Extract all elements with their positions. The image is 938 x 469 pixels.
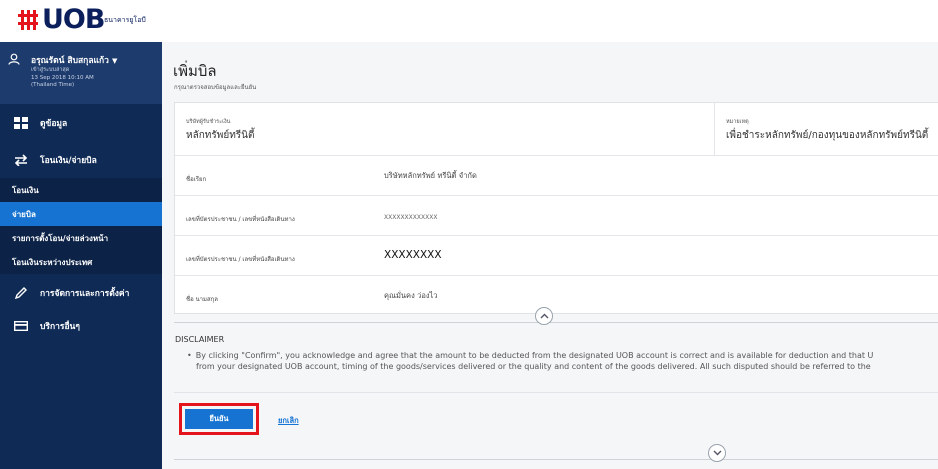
biller-header: บริษัทผู้รับชำระเงิน หลักทรัพย์ทรีนิตี้ …	[175, 103, 938, 156]
detail-row: เลขที่บัตรประชาชน / เลขที่หนังสือเดินทาง…	[175, 196, 938, 236]
row-key: ชื่อ นามสกุล	[186, 296, 218, 303]
divider	[174, 459, 938, 460]
user-name-text: อรุณรัตน์ สิบสกุลแก้ว	[31, 56, 109, 66]
brand-name: UOB	[42, 4, 105, 35]
divider	[174, 322, 938, 323]
page-title: เพิ่มบิล	[173, 62, 217, 80]
note-value: เพื่อชำระหลักทรัพย์/กองทุนของหลักทรัพย์ท…	[726, 130, 929, 141]
last-login-timezone: (Thailand Time)	[31, 82, 75, 88]
chevron-up-icon	[540, 313, 548, 319]
pencil-icon	[12, 286, 30, 299]
submenu-scheduled[interactable]: รายการตั้งโอน/จ่ายล่วงหน้า	[0, 226, 162, 250]
submenu-pay-bill[interactable]: จ่ายบิล	[0, 202, 162, 226]
disclaimer-text: • By clicking "Confirm", you acknowledge …	[187, 350, 938, 372]
divider	[714, 103, 715, 155]
expand-button[interactable]	[708, 444, 726, 462]
last-login-label: เข้าสู่ระบบล่าสุด	[31, 67, 70, 73]
submenu-transfer[interactable]: โอนเงิน	[0, 178, 162, 202]
cancel-link[interactable]: ยกเลิก	[278, 415, 299, 427]
sidebar-item-label: การจัดการและการตั้งค่า	[40, 288, 130, 299]
brand-bar: UOB ธนาคารยูโอบี	[0, 0, 938, 42]
row-key: เลขที่บัตรประชาชน / เลขที่หนังสือเดินทาง	[186, 256, 295, 263]
divider	[174, 392, 938, 393]
transfer-icon	[12, 153, 30, 166]
sidebar-item-overview[interactable]: ดูข้อมูล	[0, 104, 162, 141]
sidebar-item-settings[interactable]: การจัดการและการตั้งค่า	[0, 274, 162, 311]
disclaimer-line: from your designated UOB account, timing…	[196, 362, 871, 371]
detail-row: ชื่อ นามสกุล คุณมั่นคง ว่องไว	[175, 276, 938, 315]
company-label: บริษัทผู้รับชำระเงิน	[186, 119, 231, 125]
row-value: XXXXXXXX	[384, 249, 442, 261]
bill-details-card: บริษัทผู้รับชำระเงิน หลักทรัพย์ทรีนิตี้ …	[174, 102, 938, 314]
sidebar: อรุณรัตน์ สิบสกุลแก้ว ▼ เข้าสู่ระบบล่าสุด…	[0, 42, 162, 469]
sidebar-item-label: ดูข้อมูล	[40, 118, 68, 129]
row-key: ชื่อเรียก	[186, 176, 207, 183]
note-label: หมายเหตุ	[726, 119, 749, 125]
confirm-highlight: ยืนยัน	[179, 403, 259, 435]
grid-icon	[12, 116, 30, 129]
user-icon	[8, 53, 20, 65]
collapse-button[interactable]	[535, 307, 553, 325]
last-login-time: 13 Sep 2018 10:10 AM	[31, 74, 94, 81]
row-key: เลขที่บัตรประชาชน / เลขที่หนังสือเดินทาง	[186, 216, 295, 223]
row-value: คุณมั่นคง ว่องไว	[384, 291, 438, 300]
page-subtitle: กรุณาตรวจสอบข้อมูลและยืนยัน	[174, 84, 257, 91]
last-login-info: เข้าสู่ระบบล่าสุด 13 Sep 2018 10:10 AM (…	[31, 67, 94, 90]
uob-logo-icon	[18, 10, 38, 30]
sidebar-item-label: โอนเงิน/จ่ายบิล	[40, 155, 97, 166]
caret-down-icon: ▼	[111, 57, 118, 65]
user-name[interactable]: อรุณรัตน์ สิบสกุลแก้ว ▼	[31, 53, 117, 67]
bullet-icon: •	[187, 351, 192, 360]
detail-row: ชื่อเรียก บริษัทหลักทรัพย์ ทรีนิตี้ จำกั…	[175, 156, 938, 196]
user-panel[interactable]: อรุณรัตน์ สิบสกุลแก้ว ▼ เข้าสู่ระบบล่าสุด…	[0, 42, 162, 104]
chevron-down-icon	[713, 450, 721, 456]
sidebar-item-transfer[interactable]: โอนเงิน/จ่ายบิล	[0, 141, 162, 178]
detail-row: เลขที่บัตรประชาชน / เลขที่หนังสือเดินทาง…	[175, 236, 938, 276]
company-value: หลักทรัพย์ทรีนิตี้	[186, 130, 255, 141]
sidebar-item-other-services[interactable]: บริการอื่นๆ	[0, 311, 162, 341]
submenu-international[interactable]: โอนเงินระหว่างประเทศ	[0, 250, 162, 274]
disclaimer-title: DISCLAIMER	[175, 335, 225, 344]
sidebar-item-label: บริการอื่นๆ	[40, 322, 80, 332]
row-value: บริษัทหลักทรัพย์ ทรีนิตี้ จำกัด	[384, 171, 477, 180]
row-value: XXXXXXXXXXXXX	[384, 214, 438, 221]
card-icon	[12, 321, 30, 331]
brand-thai-name: ธนาคารยูโอบี	[104, 16, 146, 24]
main-content: เพิ่มบิล กรุณาตรวจสอบข้อมูลและยืนยัน บริ…	[162, 42, 938, 469]
disclaimer-line: By clicking "Confirm", you acknowledge a…	[195, 351, 874, 360]
confirm-button[interactable]: ยืนยัน	[185, 409, 253, 429]
